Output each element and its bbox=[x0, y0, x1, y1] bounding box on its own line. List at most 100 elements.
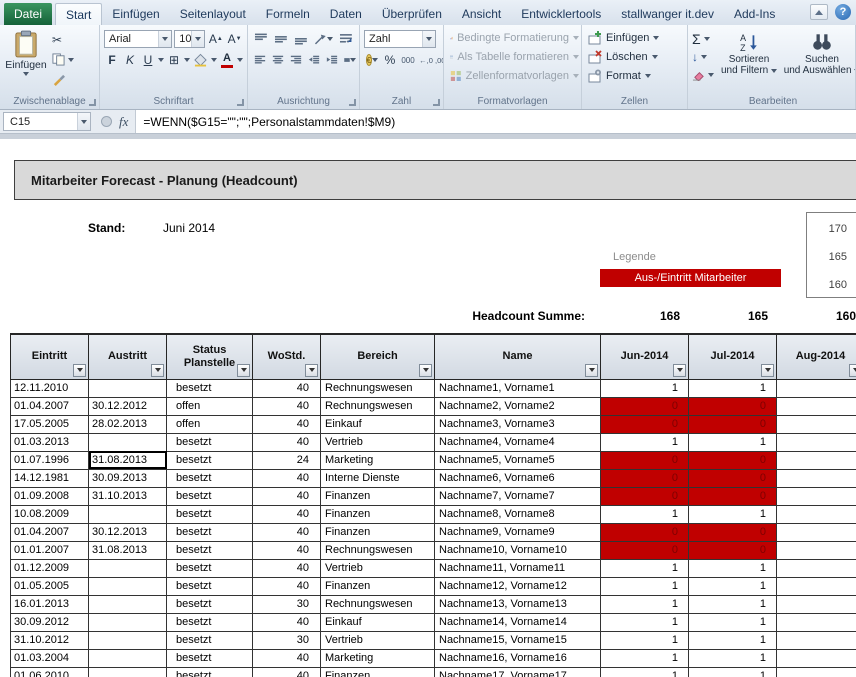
align-top-button[interactable] bbox=[252, 30, 270, 48]
cell[interactable]: besetzt bbox=[167, 541, 253, 559]
cell[interactable] bbox=[777, 487, 856, 505]
filter-dropdown-button[interactable] bbox=[673, 364, 686, 377]
headcount-jul[interactable]: 165 bbox=[688, 309, 776, 323]
cell[interactable]: 01.07.1996 bbox=[11, 451, 89, 469]
cell[interactable]: 28.02.2013 bbox=[89, 415, 167, 433]
cell[interactable]: 0 bbox=[601, 487, 689, 505]
cell[interactable]: 40 bbox=[253, 667, 321, 677]
name-box-arrow-icon[interactable] bbox=[77, 113, 90, 130]
tab-seitenlayout[interactable]: Seitenlayout bbox=[170, 3, 256, 25]
borders-button[interactable]: ⊞ bbox=[166, 51, 182, 69]
delete-cells-button[interactable]: Löschen bbox=[584, 47, 685, 66]
cell[interactable]: Interne Dienste bbox=[321, 469, 435, 487]
cell[interactable]: besetzt bbox=[167, 379, 253, 397]
cell[interactable] bbox=[777, 397, 856, 415]
cell[interactable]: 1 bbox=[601, 433, 689, 451]
cell[interactable] bbox=[777, 505, 856, 523]
font-size-combo[interactable]: 10 bbox=[174, 30, 205, 48]
cell[interactable] bbox=[89, 433, 167, 451]
cell[interactable] bbox=[777, 415, 856, 433]
cell[interactable]: besetzt bbox=[167, 559, 253, 577]
cell[interactable] bbox=[89, 379, 167, 397]
cell[interactable] bbox=[777, 379, 856, 397]
tab-formeln[interactable]: Formeln bbox=[256, 3, 320, 25]
headcount-aug[interactable]: 160 bbox=[776, 309, 856, 323]
insert-cells-button[interactable]: Einfügen bbox=[584, 28, 685, 47]
cell[interactable]: 0 bbox=[689, 523, 777, 541]
cell[interactable]: Finanzen bbox=[321, 667, 435, 677]
cell[interactable]: besetzt bbox=[167, 613, 253, 631]
percent-button[interactable]: % bbox=[382, 51, 398, 69]
cell[interactable]: 31.08.2013 bbox=[89, 541, 167, 559]
cell[interactable]: 01.12.2009 bbox=[11, 559, 89, 577]
cell[interactable]: besetzt bbox=[167, 451, 253, 469]
cell[interactable] bbox=[777, 595, 856, 613]
cell[interactable]: Nachname12, Vorname12 bbox=[435, 577, 601, 595]
tab-datei[interactable]: Datei bbox=[4, 3, 52, 25]
sort-filter-button[interactable]: AZ Sortieren und Filtern bbox=[716, 28, 782, 96]
cell[interactable]: 1 bbox=[601, 613, 689, 631]
cell[interactable]: Nachname4, Vorname4 bbox=[435, 433, 601, 451]
cell[interactable] bbox=[89, 667, 167, 677]
name-box[interactable]: C15 bbox=[3, 112, 91, 131]
cell[interactable] bbox=[777, 559, 856, 577]
cell[interactable]: 40 bbox=[253, 505, 321, 523]
cell[interactable]: Nachname11, Vorname11 bbox=[435, 559, 601, 577]
filter-dropdown-button[interactable] bbox=[849, 364, 856, 377]
cell[interactable]: 0 bbox=[601, 415, 689, 433]
cell[interactable]: offen bbox=[167, 397, 253, 415]
accounting-format-button[interactable]: € bbox=[364, 51, 380, 69]
cell[interactable]: 0 bbox=[689, 415, 777, 433]
cell[interactable] bbox=[89, 577, 167, 595]
cell[interactable]: 0 bbox=[689, 397, 777, 415]
cell[interactable]: Nachname17, Vorname17 bbox=[435, 667, 601, 677]
dropdown-icon[interactable] bbox=[237, 58, 243, 62]
filter-dropdown-button[interactable] bbox=[419, 364, 432, 377]
cell[interactable] bbox=[777, 523, 856, 541]
tab-start[interactable]: Start bbox=[55, 3, 102, 25]
cell[interactable]: 40 bbox=[253, 559, 321, 577]
cell[interactable]: 12.11.2010 bbox=[11, 379, 89, 397]
increase-decimal-button[interactable]: ←,0 bbox=[418, 51, 434, 69]
cell[interactable]: 1 bbox=[689, 379, 777, 397]
cell[interactable]: Nachname15, Vorname15 bbox=[435, 631, 601, 649]
underline-button[interactable]: U bbox=[140, 51, 156, 69]
cell[interactable] bbox=[777, 631, 856, 649]
combo-arrow-icon[interactable] bbox=[191, 31, 204, 47]
help-button[interactable]: ? bbox=[835, 4, 851, 20]
cell[interactable]: 0 bbox=[689, 487, 777, 505]
cell[interactable]: 14.12.1981 bbox=[11, 469, 89, 487]
grow-font-button[interactable]: A▲ bbox=[207, 30, 224, 48]
cell[interactable] bbox=[777, 667, 856, 677]
font-color-button[interactable]: A bbox=[219, 51, 235, 69]
cell[interactable]: 01.03.2013 bbox=[11, 433, 89, 451]
fill-color-button[interactable] bbox=[192, 51, 209, 69]
cell[interactable]: 40 bbox=[253, 379, 321, 397]
decrease-indent-button[interactable] bbox=[306, 51, 322, 69]
cell[interactable]: 17.05.2005 bbox=[11, 415, 89, 433]
cell[interactable]: 30.09.2012 bbox=[11, 613, 89, 631]
cell[interactable]: Finanzen bbox=[321, 523, 435, 541]
cell[interactable]: Nachname10, Vorname10 bbox=[435, 541, 601, 559]
cell[interactable]: 1 bbox=[689, 559, 777, 577]
autosum-button[interactable]: Σ bbox=[690, 30, 716, 47]
cell[interactable] bbox=[777, 469, 856, 487]
cell[interactable] bbox=[777, 649, 856, 667]
cell[interactable]: 1 bbox=[689, 667, 777, 677]
cell[interactable]: 1 bbox=[689, 505, 777, 523]
cell[interactable]: 1 bbox=[689, 613, 777, 631]
align-middle-button[interactable] bbox=[272, 30, 290, 48]
cell[interactable]: 01.04.2007 bbox=[11, 523, 89, 541]
number-format-combo[interactable]: Zahl bbox=[364, 30, 436, 48]
cell[interactable]: Rechnungswesen bbox=[321, 541, 435, 559]
cell[interactable]: 31.10.2012 bbox=[11, 631, 89, 649]
cell[interactable]: 01.05.2005 bbox=[11, 577, 89, 595]
cell[interactable]: 40 bbox=[253, 523, 321, 541]
cell[interactable]: Nachname14, Vorname14 bbox=[435, 613, 601, 631]
cell[interactable] bbox=[777, 577, 856, 595]
cell[interactable]: 0 bbox=[601, 523, 689, 541]
filter-dropdown-button[interactable] bbox=[151, 364, 164, 377]
cell[interactable] bbox=[777, 433, 856, 451]
cell[interactable]: Einkauf bbox=[321, 613, 435, 631]
ribbon-collapse-button[interactable] bbox=[810, 4, 828, 20]
